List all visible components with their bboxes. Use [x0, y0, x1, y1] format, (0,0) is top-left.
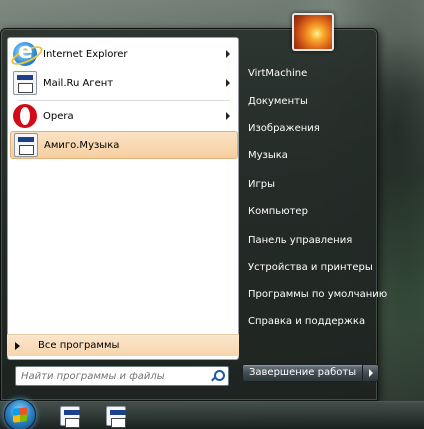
program-label: Internet Explorer — [43, 48, 128, 60]
program-opera[interactable]: Opera — [10, 102, 238, 130]
program-amigo-music[interactable]: Амиго.Музыка — [10, 131, 238, 159]
program-internet-explorer[interactable]: Internet Explorer — [10, 39, 238, 68]
shutdown-group: Завершение работы — [242, 364, 380, 382]
app-icon — [106, 406, 126, 428]
submenu-arrow-icon[interactable] — [226, 79, 230, 87]
user-avatar[interactable] — [292, 13, 334, 51]
link-music[interactable]: Музыка — [248, 146, 288, 166]
link-pictures[interactable]: Изображения — [248, 119, 320, 139]
all-programs-label: Все программы — [38, 340, 120, 351]
opera-icon — [13, 104, 37, 128]
programs-pane: Internet Explorer Mail.Ru Агент Opera Ам… — [7, 37, 239, 360]
search-input[interactable] — [16, 367, 210, 385]
pinned-separator — [18, 100, 230, 101]
search-box[interactable] — [15, 366, 229, 386]
shutdown-options-arrow-icon[interactable] — [363, 364, 380, 382]
program-label: Амиго.Музыка — [44, 139, 120, 151]
link-computer[interactable]: Компьютер — [248, 202, 308, 222]
link-games[interactable]: Игры — [248, 175, 275, 195]
taskbar-app-button[interactable] — [54, 404, 86, 428]
start-menu: Internet Explorer Mail.Ru Агент Opera Ам… — [0, 28, 378, 401]
chevron-right-icon — [15, 341, 20, 350]
submenu-arrow-icon[interactable] — [226, 50, 230, 58]
link-documents[interactable]: Документы — [248, 92, 308, 112]
start-button[interactable] — [4, 399, 36, 429]
link-help-support[interactable]: Справка и поддержка — [248, 312, 365, 332]
link-control-panel[interactable]: Панель управления — [248, 231, 352, 251]
amigo-music-icon — [14, 133, 38, 157]
taskbar-app-button[interactable] — [100, 404, 132, 428]
app-icon — [60, 406, 80, 428]
mailru-agent-icon — [13, 71, 37, 95]
link-devices-printers[interactable]: Устройства и принтеры — [248, 258, 373, 278]
taskbar — [0, 399, 424, 429]
link-virtmachine[interactable]: VirtMachine — [248, 64, 307, 84]
shutdown-button[interactable]: Завершение работы — [242, 364, 364, 382]
program-mailru-agent[interactable]: Mail.Ru Агент — [10, 69, 238, 97]
search-icon[interactable] — [210, 369, 225, 383]
internet-explorer-icon — [13, 39, 37, 66]
program-label: Mail.Ru Агент — [43, 77, 114, 89]
submenu-arrow-icon[interactable] — [226, 112, 230, 120]
all-programs-button[interactable]: Все программы — [7, 334, 239, 356]
program-label: Opera — [43, 110, 74, 122]
link-default-programs[interactable]: Программы по умолчанию — [248, 285, 387, 305]
